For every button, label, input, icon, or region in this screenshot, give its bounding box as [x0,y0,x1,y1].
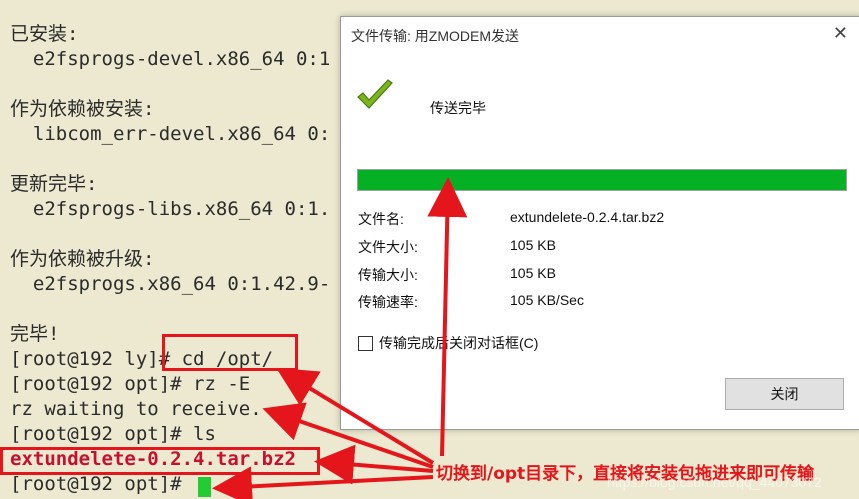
watermark: https://blog.csdn.net/qq_44073072 [607,474,822,490]
annotation-arrows [212,177,468,499]
arrow-to-prompt [212,466,434,499]
arrow-to-progress [427,177,468,457]
arrow-to-rz-waiting [262,402,434,469]
arrow-to-rz-command [276,367,435,465]
